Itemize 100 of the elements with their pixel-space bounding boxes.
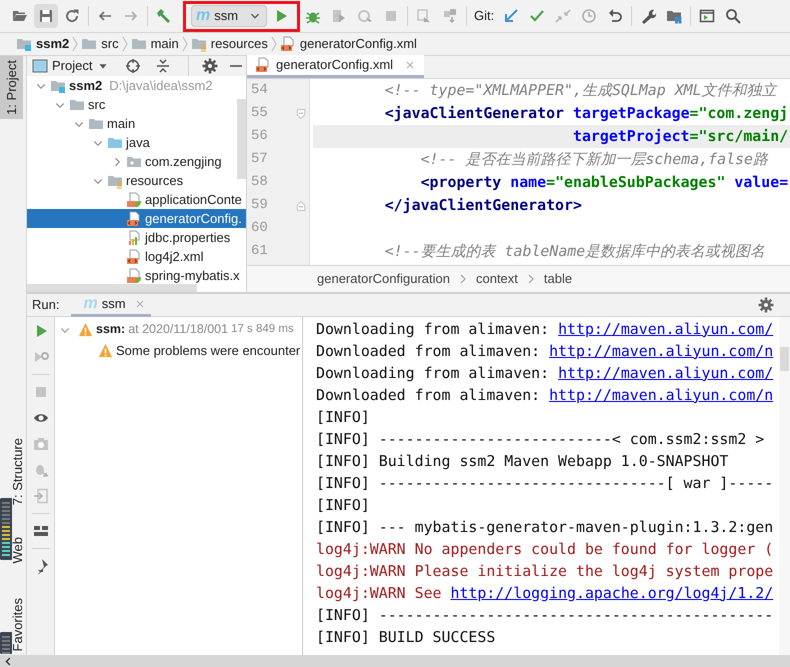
- check-icon[interactable]: [529, 8, 546, 24]
- tree-item[interactable]: src: [27, 95, 108, 114]
- update-arrow-icon[interactable]: [503, 8, 520, 24]
- line-number: 59: [251, 196, 268, 215]
- boxes-icon[interactable]: [442, 8, 458, 24]
- clock-icon[interactable]: [581, 8, 598, 24]
- open-folder-icon[interactable]: [12, 8, 28, 24]
- panel-title: Run:: [32, 296, 60, 314]
- save-button[interactable]: [34, 4, 58, 28]
- tree-item[interactable]: java: [27, 133, 152, 152]
- console-text: log4j:WARN See: [316, 582, 443, 604]
- console-text: Downloaded from alimaven:: [316, 384, 542, 406]
- tool-window-tab[interactable]: 1: Project: [0, 56, 23, 119]
- fold-marker-icon[interactable]: [295, 106, 307, 120]
- code-token: ="enableSubPackages": [546, 172, 726, 194]
- chevron-icon: [72, 35, 78, 53]
- console-link[interactable]: http://maven.aliyun.com/: [558, 362, 774, 384]
- console-text: [INFO] --------------------------< com.ssm2:ssm2 >: [316, 428, 764, 450]
- layout-icon[interactable]: [32, 523, 48, 539]
- tree-item[interactable]: main: [27, 114, 138, 133]
- level-meter-drawing: [0, 632, 12, 654]
- scrollbar-thumb[interactable]: [780, 347, 789, 371]
- xml-file-icon: [255, 57, 271, 73]
- code-comment: <!--要生成的表 tableName是数据库中的表名或视图名: [384, 241, 766, 262]
- close-icon[interactable]: [134, 298, 146, 310]
- console-text: log4j:WARN No appenders could be found for logger (: [316, 538, 774, 560]
- window-icon[interactable]: [416, 8, 432, 24]
- console-text: [INFO] --------------------------------[ war ]-----: [316, 472, 774, 494]
- console-link[interactable]: http://maven.aliyun.com/n: [549, 384, 774, 406]
- tree-item[interactable]: com.zengjing: [27, 152, 224, 171]
- run-configuration-dropdown[interactable]: m ssm: [191, 5, 267, 27]
- project-structure-icon[interactable]: [666, 8, 682, 24]
- stop-icon[interactable]: [383, 8, 399, 24]
- collapse-icon[interactable]: [155, 58, 171, 74]
- locate-icon[interactable]: [125, 58, 141, 74]
- breadcrumb-item[interactable]: generatorConfiguration: [317, 269, 450, 289]
- hammer-icon[interactable]: [156, 8, 172, 24]
- console-text: log4j:WARN Please initialize the log4j system prope: [316, 560, 774, 582]
- breadcrumb-item[interactable]: src: [81, 34, 119, 54]
- breadcrumb-item[interactable]: resources: [190, 34, 268, 54]
- editor-tab[interactable]: generatorConfig.xml: [247, 55, 424, 78]
- tree-item[interactable]: applicationConte: [27, 190, 244, 209]
- line-number: 58: [251, 173, 268, 192]
- rerun-failed-icon[interactable]: [32, 349, 48, 365]
- tree-item[interactable]: ssm2 D:\java\idea\ssm2: [27, 76, 215, 95]
- tool-window-tab[interactable]: 7: Structure: [12, 434, 24, 510]
- close-icon[interactable]: [404, 59, 416, 71]
- resource-folder-icon: [190, 36, 207, 52]
- line-number: 54: [251, 81, 268, 100]
- console-link[interactable]: http://maven.aliyun.com/n: [549, 340, 774, 362]
- chevron-icon: [528, 274, 534, 284]
- merge-arrows-icon[interactable]: [555, 8, 572, 24]
- tree-item[interactable]: resources: [27, 171, 186, 190]
- terminal-icon[interactable]: [699, 8, 716, 24]
- module-folder-icon: [16, 36, 32, 52]
- settings-icon[interactable]: [202, 58, 218, 74]
- code-token: value=: [734, 172, 788, 194]
- search-icon[interactable]: [725, 8, 742, 24]
- scrollbar-thumb[interactable]: [237, 99, 246, 179]
- scrollbar-thumb[interactable]: [27, 284, 197, 292]
- run-tree-item[interactable]: Some problems were encounter: [55, 340, 302, 361]
- breadcrumb-item[interactable]: ssm2: [16, 34, 70, 54]
- console-text: [INFO] Building ssm2 Maven Webapp 1.0-SNAPSHOT: [316, 450, 728, 472]
- sync-icon[interactable]: [64, 8, 80, 24]
- wrench-icon[interactable]: [640, 8, 656, 24]
- chevron-icon: [270, 35, 277, 53]
- run-tree-item[interactable]: ssm: at 2020/11/18/001 17 s 849 ms: [55, 319, 302, 340]
- code-token: <javaClientGenerator: [384, 103, 566, 124]
- code-token: targetPackage: [572, 103, 690, 124]
- level-meter-drawing: [0, 498, 12, 560]
- tree-item[interactable]: jdbc.properties: [27, 228, 232, 247]
- console-link[interactable]: http://logging.apache.org/log4j/1.2/: [450, 582, 774, 604]
- settings-icon[interactable]: [758, 297, 774, 313]
- console-link[interactable]: http://maven.aliyun.com/: [558, 318, 774, 340]
- code-token: ="com.zengj: [690, 103, 788, 124]
- xml-file-icon: [280, 36, 296, 52]
- camera-icon[interactable]: [32, 436, 48, 452]
- breadcrumb-item[interactable]: generatorConfig.xml: [280, 34, 417, 54]
- fold-marker-icon[interactable]: [295, 198, 307, 212]
- panel-icon: [32, 58, 48, 74]
- breadcrumb-item[interactable]: main: [130, 34, 179, 54]
- save-icon[interactable]: [38, 8, 54, 24]
- maven-glyph: m: [196, 8, 210, 24]
- undo-icon[interactable]: [607, 8, 624, 24]
- import-icon[interactable]: [32, 488, 48, 504]
- tree-item[interactable]: spring-mybatis.x: [27, 266, 242, 284]
- warning-icon: [78, 322, 93, 337]
- xml-file-icon: [126, 248, 142, 264]
- tool-window-tab[interactable]: Web: [12, 533, 24, 568]
- code-comment: <!-- 是否在当前路径下新加一层schema,false路: [420, 149, 768, 170]
- module-path: D:\java\idea\ssm2: [109, 76, 213, 95]
- tool-window-tab[interactable]: Favorites: [12, 594, 24, 655]
- run-configuration-name: ssm: [214, 7, 238, 26]
- code-token: </javaClientGenerator>: [384, 195, 582, 216]
- folder-icon: [130, 36, 147, 52]
- duration: 17 s 849 ms: [231, 322, 294, 337]
- tree-item[interactable]: generatorConfig.: [27, 209, 246, 228]
- tree-item[interactable]: log4j2.xml: [27, 247, 206, 266]
- breadcrumb-item[interactable]: context: [476, 269, 518, 289]
- breadcrumb-item[interactable]: table: [544, 269, 572, 289]
